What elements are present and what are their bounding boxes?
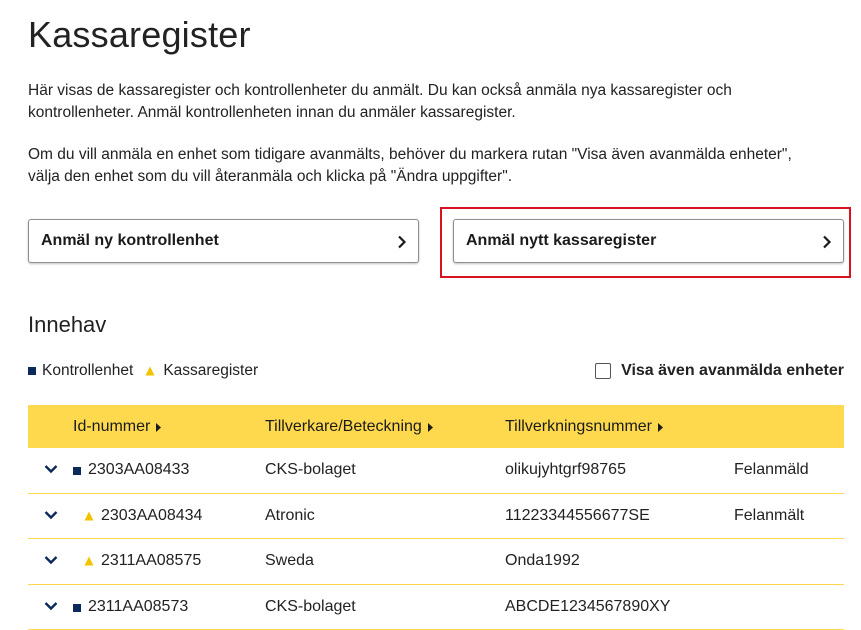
legend: Kontrollenhet Kassaregister (28, 362, 258, 380)
new-control-unit-button[interactable]: Anmäl ny kontrollenhet (28, 219, 419, 263)
cash-register-icon (84, 556, 94, 566)
show-removed-toggle[interactable]: Visa även avanmälda enheter (595, 362, 844, 380)
show-removed-checkbox[interactable] (595, 363, 611, 379)
chevron-down-icon[interactable] (44, 555, 58, 565)
chevron-down-icon[interactable] (44, 601, 58, 611)
new-control-unit-label: Anmäl ny kontrollenhet (41, 232, 219, 250)
row-status: Felanmält (734, 507, 804, 525)
show-removed-label: Visa även avanmälda enheter (621, 362, 844, 380)
row-id: 2311AA08573 (88, 598, 188, 616)
row-id: 2311AA08575 (101, 552, 201, 570)
row-maker: CKS-bolaget (265, 598, 356, 616)
row-serial: ABCDE1234567890XY (505, 598, 670, 616)
page-title: Kassaregister (28, 14, 251, 56)
id-header-label: Id-nummer (73, 418, 150, 436)
row-id: 2303AA08433 (88, 461, 189, 479)
chevron-down-icon[interactable] (44, 510, 58, 520)
caret-right-icon (428, 423, 433, 432)
row-id: 2303AA08434 (101, 507, 202, 525)
sort-id-header[interactable]: Id-nummer (73, 418, 161, 436)
table-row[interactable]: 2303AA08434 Atronic 11223344556677SE Fel… (28, 494, 844, 540)
sort-maker-header[interactable]: Tillverkare/Beteckning (265, 418, 433, 436)
row-serial: Onda1992 (505, 552, 580, 570)
holdings-table: Id-nummer Tillverkare/Beteckning Tillver… (28, 405, 844, 630)
table-row[interactable]: 2311AA08575 Sweda Onda1992 (28, 539, 844, 585)
highlight-box (440, 207, 851, 278)
chevron-right-icon (397, 235, 407, 249)
row-maker: CKS-bolaget (265, 461, 356, 479)
table-row[interactable]: 2303AA08433 CKS-bolaget olikujyhtgrf9876… (28, 448, 844, 494)
control-unit-icon (73, 467, 81, 475)
reregister-info-paragraph: Om du vill anmäla en enhet som tidigare … (28, 144, 818, 188)
caret-right-icon (658, 423, 663, 432)
row-serial: olikujyhtgrf98765 (505, 461, 626, 479)
sort-serial-header[interactable]: Tillverkningsnummer (505, 418, 663, 436)
row-maker: Atronic (265, 507, 315, 525)
square-icon (28, 367, 36, 375)
table-row[interactable]: 2311AA08573 CKS-bolaget ABCDE1234567890X… (28, 585, 844, 630)
row-serial: 11223344556677SE (505, 507, 650, 525)
serial-header-label: Tillverkningsnummer (505, 418, 652, 436)
cash-register-icon (84, 511, 94, 521)
intro-paragraph: Här visas de kassaregister och kontrolle… (28, 80, 818, 124)
legend-cash-register: Kassaregister (163, 362, 258, 380)
maker-header-label: Tillverkare/Beteckning (265, 418, 422, 436)
table-header: Id-nummer Tillverkare/Beteckning Tillver… (28, 405, 844, 448)
row-maker: Sweda (265, 552, 314, 570)
legend-control-unit: Kontrollenhet (42, 362, 133, 380)
control-unit-icon (73, 604, 81, 612)
holdings-title: Innehav (28, 312, 106, 338)
row-status: Felanmäld (734, 461, 809, 479)
triangle-icon (145, 366, 155, 376)
caret-right-icon (156, 423, 161, 432)
chevron-down-icon[interactable] (44, 464, 58, 474)
